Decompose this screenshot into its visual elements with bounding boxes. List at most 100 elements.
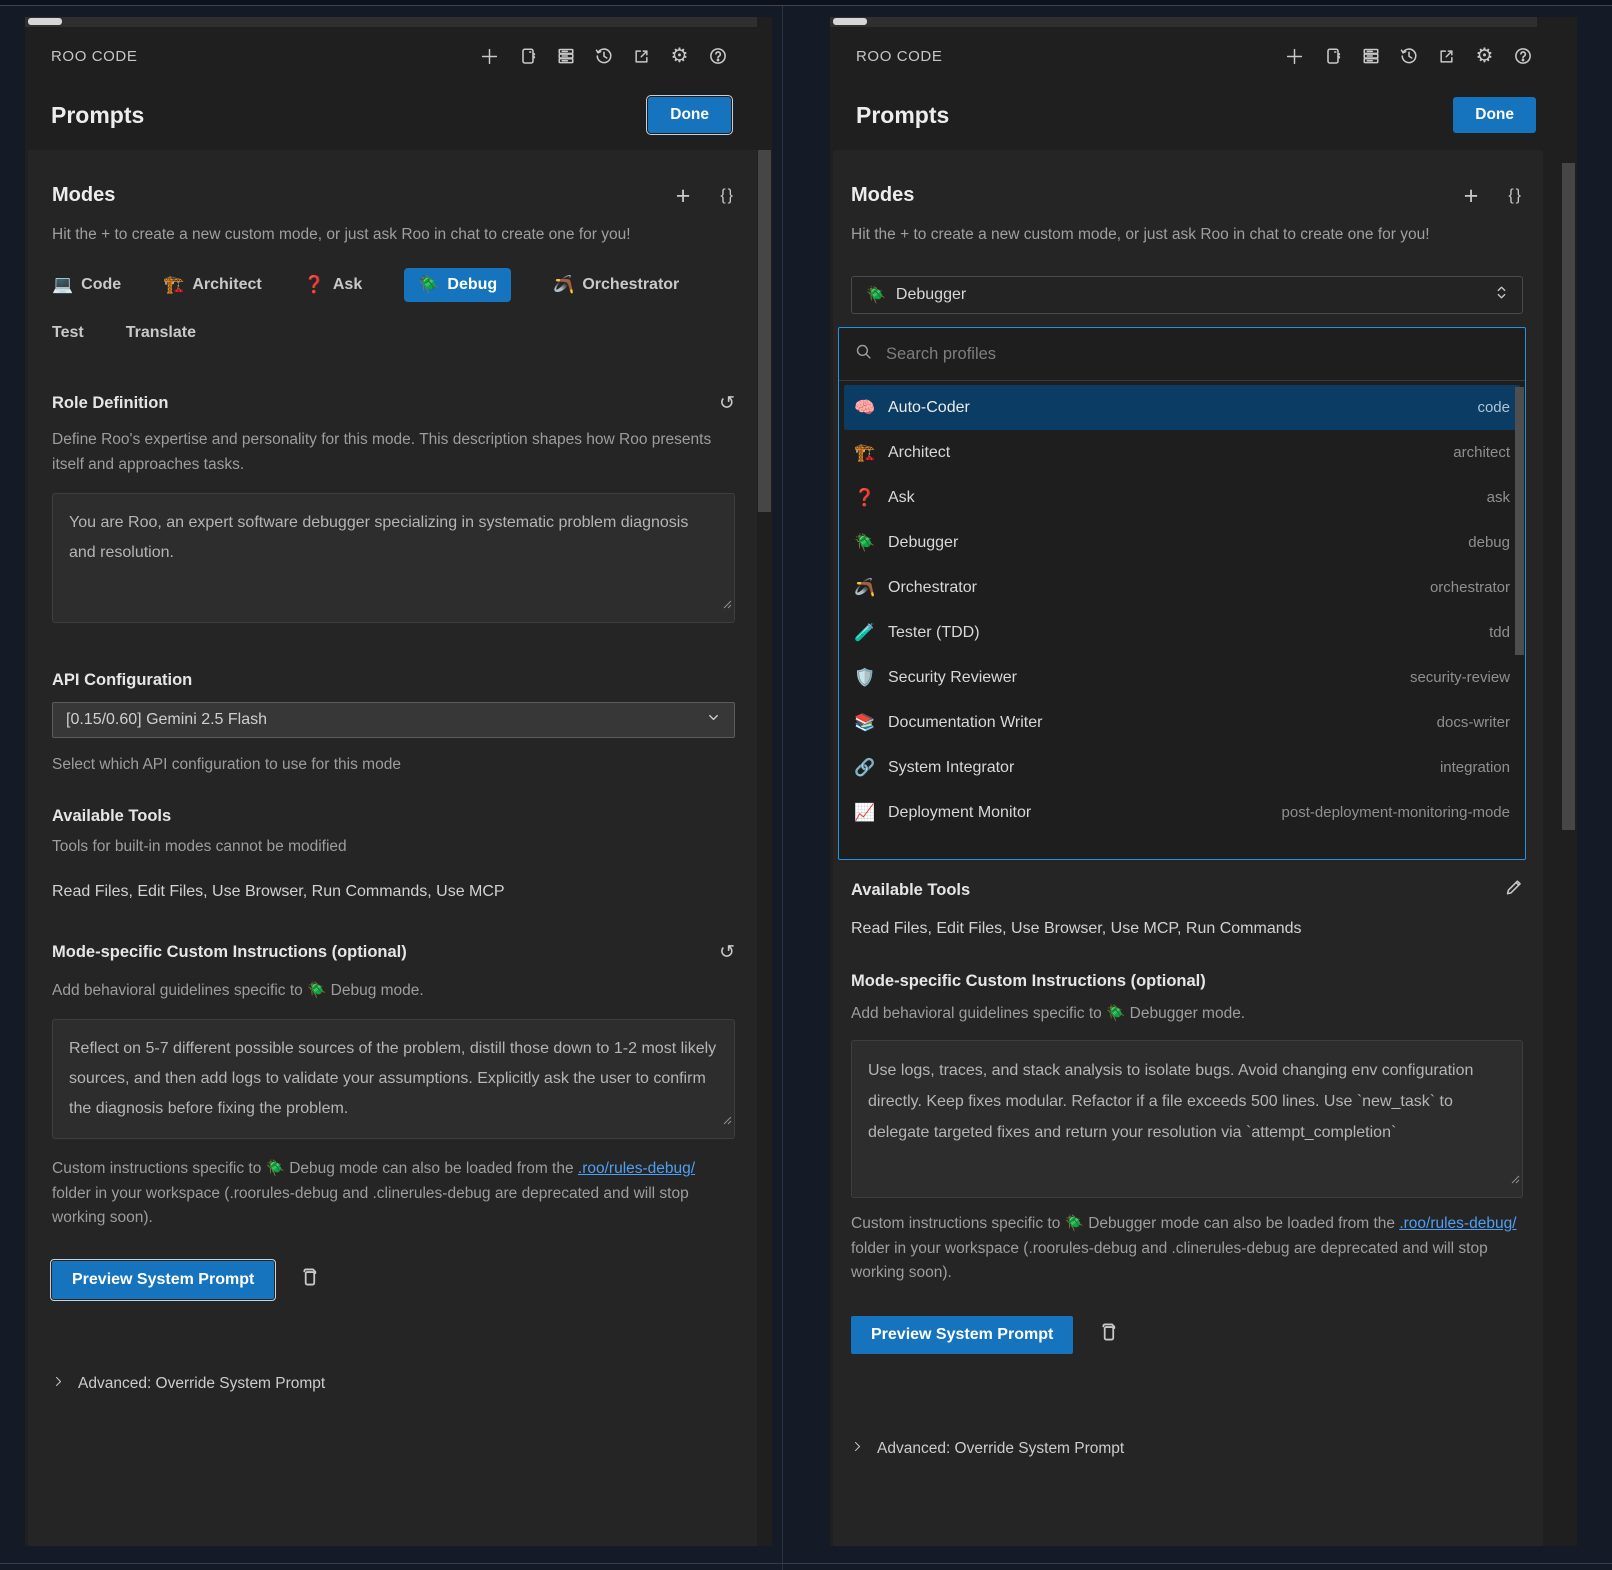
role-definition-textarea[interactable]: You are Roo, an expert software debugger… (52, 493, 735, 623)
question-emoji-icon: ❓ (304, 275, 325, 295)
advanced-override-link[interactable]: Advanced: Override System Prompt (78, 1375, 325, 1393)
custom-instructions-title: Mode-specific Custom Instructions (optio… (851, 972, 1206, 990)
editor-split-divider[interactable] (782, 6, 783, 1570)
vertical-scrollbar[interactable] (1562, 163, 1575, 830)
rules-folder-link[interactable]: .roo/rules-debug/ (578, 1160, 695, 1177)
history-icon[interactable] (593, 46, 614, 67)
role-definition-title: Role Definition (52, 394, 168, 413)
profile-search-input[interactable] (884, 344, 1477, 365)
undo-icon[interactable]: ↺ (719, 395, 735, 413)
done-button[interactable]: Done (1453, 97, 1536, 133)
scrollbar-handle[interactable] (28, 18, 62, 25)
app-header: ROO CODE ⚙ (51, 41, 728, 71)
app-title: ROO CODE (856, 48, 942, 65)
profile-item-architect[interactable]: 🏗️Architect architect (844, 430, 1520, 475)
mode-chip-code[interactable]: 💻Code (52, 268, 121, 302)
chart-increasing-emoji-icon: 📈 (854, 803, 879, 823)
mode-chip-ask[interactable]: ❓Ask (304, 268, 363, 302)
custom-instructions-note: Custom instructions specific to 🪲 Debug … (52, 1157, 735, 1231)
mcp-server-icon[interactable] (1360, 46, 1381, 67)
add-mode-icon[interactable]: + (1464, 185, 1479, 207)
plus-icon[interactable] (1284, 46, 1305, 67)
webview-top-scrollbar[interactable] (25, 17, 757, 27)
preview-system-prompt-button[interactable]: Preview System Prompt (851, 1316, 1073, 1354)
profile-dropdown-popup: 🧠Auto-Coder code 🏗️Architect architect ❓… (838, 327, 1526, 860)
gear-icon[interactable]: ⚙ (1474, 46, 1495, 67)
api-configuration-title: API Configuration (52, 671, 192, 689)
boomerang-emoji-icon: 🪃 (553, 275, 574, 295)
edit-json-icon[interactable]: {} (720, 187, 735, 205)
search-icon (855, 343, 872, 365)
profile-item-deployment-monitor[interactable]: 📈Deployment Monitor post-deployment-moni… (844, 790, 1520, 835)
roo-code-panel-right: ROO CODE ⚙ Prompts Done Modes + {} Hit t… (830, 17, 1577, 1546)
api-configuration-select[interactable]: [0.15/0.60] Gemini 2.5 Flash (52, 702, 735, 738)
mode-chip-orchestrator[interactable]: 🪃Orchestrator (553, 268, 679, 302)
modes-card: Modes + {} Hit the + to create a new cus… (28, 150, 757, 1546)
custom-instructions-desc: Add behavioral guidelines specific to 🪲 … (52, 978, 735, 1003)
chevron-updown-icon (1495, 284, 1508, 306)
profile-item-orchestrator[interactable]: 🪃Orchestrator orchestrator (844, 565, 1520, 610)
preview-system-prompt-button[interactable]: Preview System Prompt (52, 1261, 274, 1299)
undo-icon[interactable]: ↺ (719, 944, 735, 962)
edit-pencil-icon[interactable] (1504, 878, 1523, 902)
gear-icon[interactable]: ⚙ (669, 46, 690, 67)
mode-chip-translate[interactable]: Translate (126, 316, 196, 350)
custom-instructions-title: Mode-specific Custom Instructions (optio… (52, 943, 407, 962)
mode-selector-combo[interactable]: 🪲 Debugger (851, 276, 1523, 314)
modes-hint: Hit the + to create a new custom mode, o… (52, 223, 700, 246)
mode-chip-debug[interactable]: 🪲Debug (404, 268, 511, 302)
profile-item-ask[interactable]: ❓Ask ask (844, 475, 1520, 520)
chevron-down-icon (706, 710, 721, 730)
plus-icon[interactable] (479, 46, 500, 67)
resize-grip-icon[interactable] (721, 1106, 732, 1136)
prompts-note-icon[interactable] (1322, 46, 1343, 67)
books-emoji-icon: 📚 (854, 713, 879, 733)
api-configuration-helper: Select which API configuration to use fo… (52, 752, 735, 777)
laptop-emoji-icon: 💻 (52, 275, 73, 295)
help-icon[interactable] (707, 46, 728, 67)
modes-title: Modes (52, 184, 115, 207)
vertical-scrollbar[interactable] (758, 150, 771, 512)
copy-icon[interactable] (298, 1266, 320, 1293)
profile-item-documentation-writer[interactable]: 📚Documentation Writer docs-writer (844, 700, 1520, 745)
profile-list: 🧠Auto-Coder code 🏗️Architect architect ❓… (839, 381, 1525, 835)
available-tools-helper: Tools for built-in modes cannot be modif… (52, 834, 735, 859)
edit-json-icon[interactable]: {} (1508, 187, 1523, 205)
webview-top-scrollbar[interactable] (830, 17, 1537, 27)
profile-item-debugger[interactable]: 🪲Debugger debug (844, 520, 1520, 565)
profile-item-security-reviewer[interactable]: 🛡️Security Reviewer security-review (844, 655, 1520, 700)
custom-instructions-textarea[interactable]: Use logs, traces, and stack analysis to … (851, 1040, 1523, 1198)
resize-grip-icon[interactable] (721, 590, 732, 620)
brain-emoji-icon: 🧠 (854, 398, 879, 418)
scrollbar-handle[interactable] (833, 18, 867, 25)
app-toolbar: ⚙ (479, 46, 728, 67)
copy-icon[interactable] (1097, 1321, 1119, 1348)
beetle-emoji-icon: 🪲 (866, 285, 886, 305)
app-toolbar: ⚙ (1284, 46, 1533, 67)
help-icon[interactable] (1512, 46, 1533, 67)
profile-item-tester-tdd[interactable]: 🧪Tester (TDD) tdd (844, 610, 1520, 655)
page-title: Prompts (856, 102, 949, 129)
profile-item-auto-coder[interactable]: 🧠Auto-Coder code (844, 385, 1520, 430)
rules-folder-link[interactable]: .roo/rules-debug/ (1399, 1215, 1516, 1232)
custom-instructions-textarea[interactable]: Reflect on 5-7 different possible source… (52, 1019, 735, 1139)
list-scrollbar[interactable] (1515, 387, 1524, 655)
profile-item-system-integrator[interactable]: 🔗System Integrator integration (844, 745, 1520, 790)
open-in-editor-icon[interactable] (631, 46, 652, 67)
beetle-emoji-icon: 🪲 (418, 275, 439, 295)
mcp-server-icon[interactable] (555, 46, 576, 67)
open-in-editor-icon[interactable] (1436, 46, 1457, 67)
add-mode-icon[interactable]: + (676, 185, 691, 207)
advanced-override-link[interactable]: Advanced: Override System Prompt (877, 1440, 1124, 1458)
mode-chip-architect[interactable]: 🏗️Architect (163, 268, 262, 302)
history-icon[interactable] (1398, 46, 1419, 67)
mode-chip-test[interactable]: Test (52, 316, 84, 350)
beetle-emoji-icon: 🪲 (854, 533, 879, 553)
resize-grip-icon[interactable] (1509, 1164, 1520, 1195)
done-button[interactable]: Done (648, 97, 731, 133)
prompts-note-icon[interactable] (517, 46, 538, 67)
modes-hint: Hit the + to create a new custom mode, o… (851, 223, 1499, 246)
available-tools-title: Available Tools (52, 807, 171, 825)
custom-instructions-note: Custom instructions specific to 🪲 Debugg… (851, 1212, 1523, 1286)
chevron-right-icon (851, 1440, 864, 1458)
